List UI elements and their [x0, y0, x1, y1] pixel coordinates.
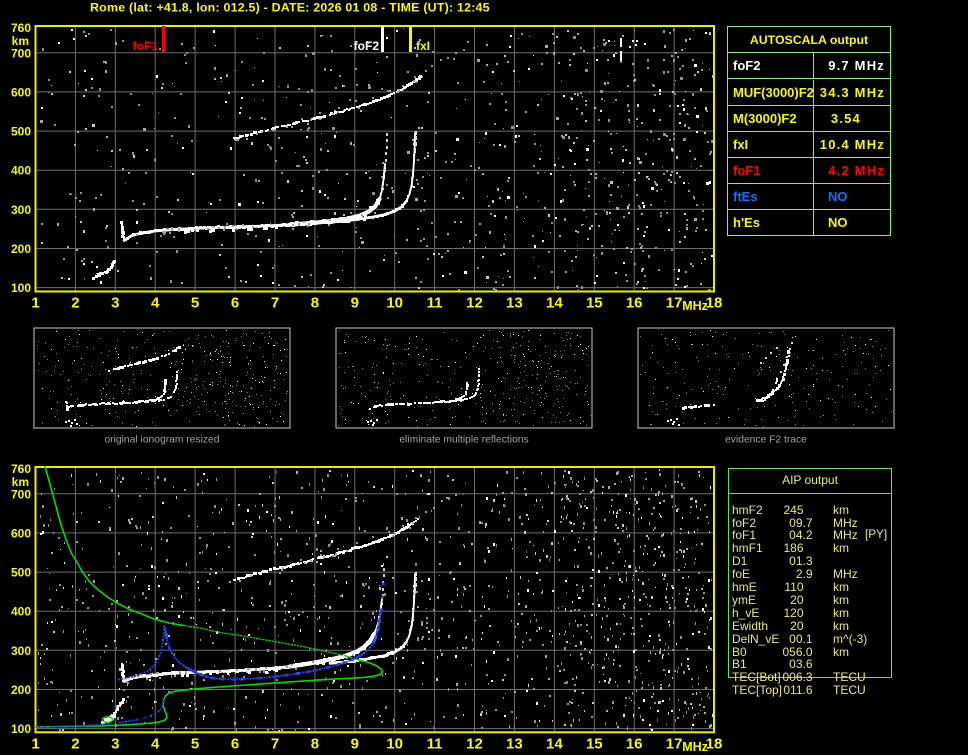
svg-text:6: 6 — [231, 295, 239, 312]
svg-text:200: 200 — [11, 683, 31, 697]
svg-text:18: 18 — [706, 295, 723, 312]
svg-text:original ionogram resized: original ionogram resized — [104, 435, 219, 446]
svg-text:16: 16 — [626, 295, 643, 312]
svg-text:6: 6 — [231, 735, 239, 752]
svg-text:15: 15 — [586, 295, 603, 312]
svg-text:760: 760 — [11, 21, 31, 35]
svg-text:9: 9 — [351, 735, 359, 752]
svg-text:11: 11 — [427, 295, 443, 312]
svg-text:17: 17 — [666, 735, 683, 752]
svg-text:16: 16 — [626, 735, 643, 752]
svg-text:500: 500 — [11, 566, 31, 580]
svg-text:700: 700 — [11, 46, 31, 60]
svg-text:2: 2 — [71, 735, 79, 752]
svg-text:eliminate multiple reflections: eliminate multiple reflections — [399, 435, 528, 446]
svg-text:200: 200 — [11, 242, 31, 256]
svg-text:400: 400 — [11, 605, 31, 619]
svg-text:12: 12 — [466, 295, 483, 312]
svg-text:foF2: foF2 — [354, 39, 380, 53]
svg-text:4: 4 — [151, 735, 160, 752]
svg-text:8: 8 — [311, 735, 319, 752]
svg-text:2: 2 — [71, 295, 79, 312]
svg-text:100: 100 — [11, 722, 31, 736]
svg-text:18: 18 — [706, 735, 723, 752]
svg-text:12: 12 — [466, 735, 483, 752]
svg-text:14: 14 — [546, 295, 563, 312]
svg-text:11: 11 — [427, 735, 443, 752]
svg-text:1: 1 — [31, 735, 39, 752]
svg-text:MHz: MHz — [682, 299, 708, 313]
svg-text:10: 10 — [386, 735, 403, 752]
svg-text:7: 7 — [271, 295, 279, 312]
svg-text:17: 17 — [666, 295, 683, 312]
svg-text:3: 3 — [111, 295, 119, 312]
svg-text:700: 700 — [11, 487, 31, 501]
svg-text:15: 15 — [586, 735, 603, 752]
svg-text:evidence F2 trace: evidence F2 trace — [725, 435, 807, 446]
svg-text:400: 400 — [11, 164, 31, 178]
svg-text:10: 10 — [386, 295, 403, 312]
svg-text:9: 9 — [351, 295, 359, 312]
svg-text:100: 100 — [11, 281, 31, 295]
svg-text:600: 600 — [11, 526, 31, 540]
svg-text:fxI: fxI — [416, 39, 430, 53]
svg-text:3: 3 — [111, 735, 119, 752]
svg-text:13: 13 — [506, 295, 523, 312]
svg-text:1: 1 — [31, 295, 39, 312]
svg-text:5: 5 — [191, 295, 199, 312]
svg-text:4: 4 — [151, 295, 160, 312]
svg-text:13: 13 — [506, 735, 523, 752]
svg-text:Rome (lat: +41.8, lon: 012.5): Rome (lat: +41.8, lon: 012.5) - DATE: 20… — [90, 1, 490, 15]
svg-text:14: 14 — [546, 735, 563, 752]
svg-text:300: 300 — [11, 203, 31, 217]
svg-text:600: 600 — [11, 85, 31, 99]
svg-text:500: 500 — [11, 125, 31, 139]
svg-text:8: 8 — [311, 295, 319, 312]
svg-text:300: 300 — [11, 644, 31, 658]
svg-text:760: 760 — [11, 462, 31, 476]
svg-text:5: 5 — [191, 735, 199, 752]
svg-text:foF1: foF1 — [133, 39, 159, 53]
svg-text:7: 7 — [271, 735, 279, 752]
svg-text:MHz: MHz — [682, 740, 708, 754]
